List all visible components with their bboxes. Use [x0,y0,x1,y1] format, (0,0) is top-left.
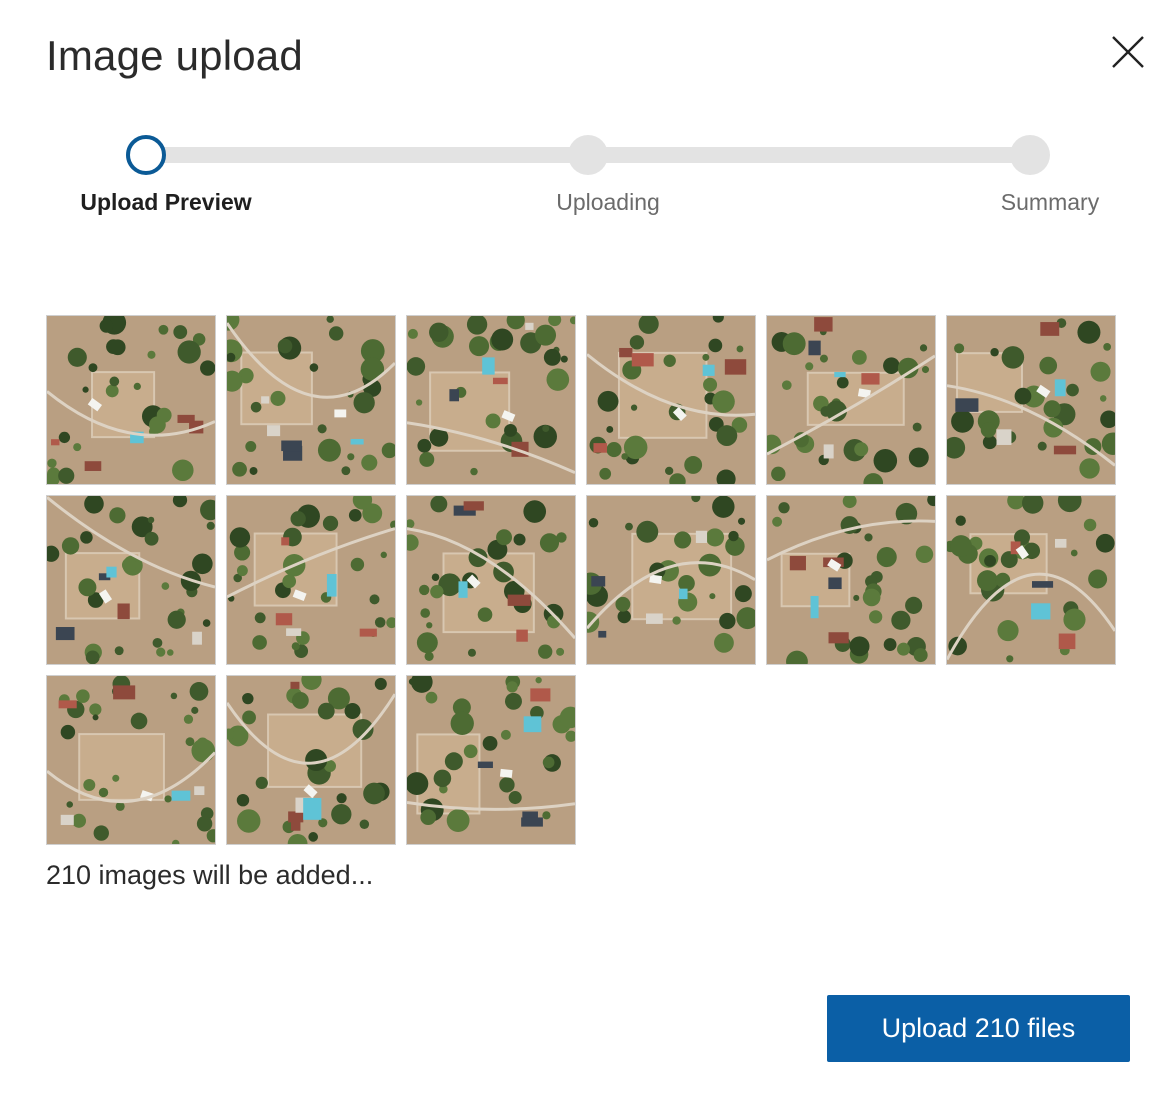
step-label-uploading: Uploading [556,189,660,215]
image-thumbnail [586,315,756,485]
image-thumbnail [406,495,576,665]
aerial-photo-image [587,496,755,664]
image-thumbnail [946,315,1116,485]
image-thumbnail [226,495,396,665]
image-thumbnail [226,675,396,845]
aerial-photo-image [407,316,575,484]
aerial-photo-image [227,676,395,844]
image-thumbnail [46,675,216,845]
image-upload-dialog: Image upload Upload Preview Uploading Su… [0,0,1174,1096]
aerial-photo-image [407,496,575,664]
aerial-photo-image [947,496,1115,664]
image-thumbnail [46,495,216,665]
step-label-upload-preview: Upload Preview [80,189,252,215]
aerial-photo-image [227,316,395,484]
image-thumbnail [406,315,576,485]
upload-files-button[interactable]: Upload 210 files [827,995,1130,1062]
step-label-summary: Summary [1000,189,1100,215]
images-count-text: 210 images will be added... [46,860,374,890]
step-dot-uploading [568,135,608,175]
aerial-photo-image [47,316,215,484]
image-thumbnail [586,495,756,665]
thumbnail-grid [46,315,1116,845]
progress-stepper: Upload Preview Uploading Summary [0,0,1174,240]
aerial-photo-image [407,676,575,844]
image-thumbnail [406,675,576,845]
image-thumbnail [946,495,1116,665]
aerial-photo-image [227,496,395,664]
image-thumbnail [226,315,396,485]
image-thumbnail [46,315,216,485]
aerial-photo-image [587,316,755,484]
image-thumbnail [766,315,936,485]
aerial-photo-image [767,496,935,664]
aerial-photo-image [767,316,935,484]
step-dot-upload-preview [126,135,166,175]
aerial-photo-image [47,496,215,664]
step-dot-summary [1010,135,1050,175]
aerial-photo-image [947,316,1115,484]
image-thumbnail [766,495,936,665]
aerial-photo-image [47,676,215,844]
